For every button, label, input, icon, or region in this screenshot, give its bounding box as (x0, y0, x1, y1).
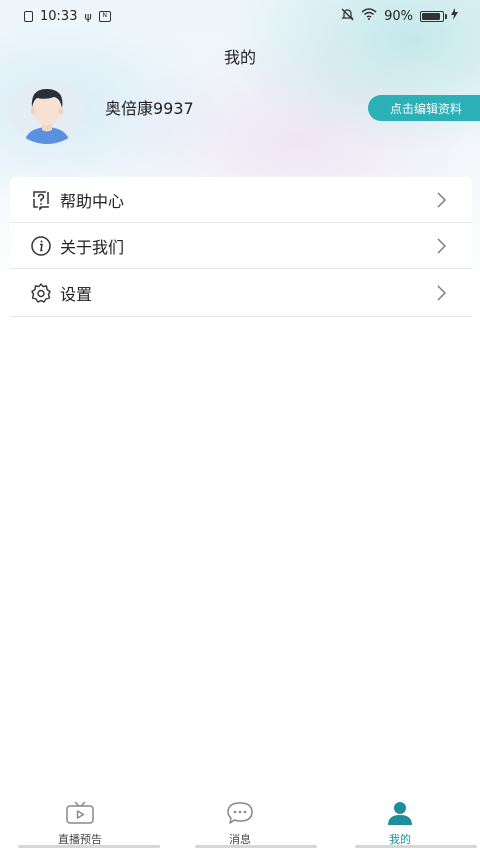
battery-icon (420, 10, 447, 22)
menu-item-help-center[interactable]: 帮助中心 (10, 177, 472, 223)
charging-icon (451, 8, 458, 24)
tab-live-preview[interactable]: 直播预告 (0, 793, 160, 853)
username: 奥倍康9937 (105, 99, 194, 118)
bottom-tab-bar: 直播预告 消息 我的 (0, 793, 480, 853)
menu-item-settings[interactable]: 设置 (10, 269, 472, 317)
settings-icon (30, 282, 52, 304)
edit-profile-button[interactable]: 点击编辑资料 (368, 95, 480, 121)
tab-messages[interactable]: 消息 (160, 793, 320, 853)
avatar-icon (10, 78, 84, 144)
chevron-right-icon (437, 192, 446, 207)
tv-icon (65, 801, 95, 829)
status-left: 10:33 ψ N (24, 9, 111, 24)
chevron-right-icon (437, 285, 446, 300)
status-bar: 10:33 ψ N 90% (0, 0, 480, 32)
menu-item-label: 帮助中心 (60, 191, 125, 211)
menu-item-label: 设置 (60, 284, 93, 304)
menu-item-about-us[interactable]: 关于我们 (10, 223, 472, 269)
tab-underline (195, 845, 317, 848)
avatar[interactable] (10, 78, 84, 144)
chat-icon (225, 801, 255, 829)
person-icon (385, 801, 415, 829)
tab-mine[interactable]: 我的 (320, 793, 480, 853)
sim-icon (24, 10, 33, 22)
mute-icon (341, 8, 354, 25)
info-icon (30, 235, 52, 257)
usb-icon: ψ (84, 9, 92, 23)
page-title: 我的 (223, 48, 256, 67)
menu-item-label: 关于我们 (60, 237, 125, 257)
chevron-right-icon (437, 238, 446, 253)
tab-underline (355, 845, 477, 848)
tab-underline (17, 845, 160, 848)
nfc-icon: N (98, 10, 111, 22)
help-icon (30, 189, 52, 211)
status-right: 90% (341, 8, 458, 25)
wifi-icon (361, 8, 377, 24)
status-time: 10:33 (40, 8, 78, 24)
menu-list: 帮助中心 关于我们 设置 (10, 177, 472, 319)
battery-percent: 90% (384, 8, 413, 24)
